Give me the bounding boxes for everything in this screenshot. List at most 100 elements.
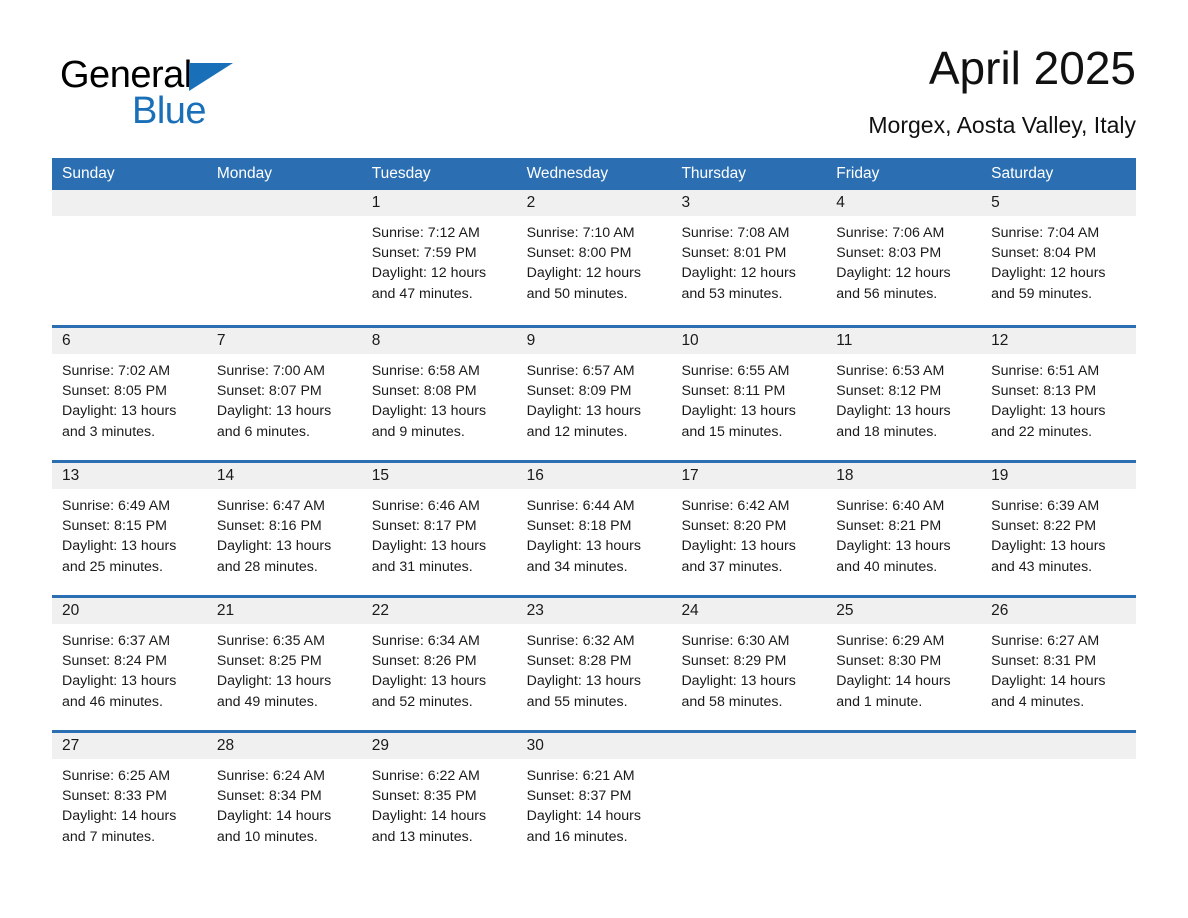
daylight-text-line1: Daylight: 13 hours [526,538,641,555]
calendar-day-cell[interactable]: 25 Sunrise: 6:29 AM Sunset: 8:30 PM Dayligh… [826,598,982,730]
calendar-day-cell[interactable]: 3 Sunrise: 7:08 AM Sunset: 8:01 PM Daylight… [671,190,827,325]
day-number-band [52,190,207,216]
daylight-text-line2: and 1 minute. [836,693,923,710]
daylight-text-line2: and 25 minutes. [62,558,163,575]
sunset-text: Sunset: 8:21 PM [836,518,942,535]
calendar-day-cell[interactable]: 12 Sunrise: 6:51 AM Sunset: 8:13 PM Dayligh… [981,328,1137,460]
sunset-text: Sunset: 8:17 PM [371,518,477,535]
sunset-text: Sunset: 8:35 PM [371,788,477,805]
calendar-day-cell[interactable]: 2 Sunrise: 7:10 AM Sunset: 8:00 PM Daylight… [516,190,672,325]
sunset-text: Sunset: 8:24 PM [62,653,167,670]
day-number: 4 [836,194,845,211]
day-number-band: 7 [206,328,362,354]
calendar-day-cell[interactable]: 24 Sunrise: 6:30 AM Sunset: 8:29 PM Dayligh… [671,598,827,730]
calendar-day-cell[interactable]: 1 Sunrise: 7:12 AM Sunset: 7:59 PM Daylight… [361,190,517,325]
day-number: 13 [62,467,80,484]
day-number: 2 [526,194,536,211]
calendar-day-cell[interactable]: 7 Sunrise: 7:00 AM Sunset: 8:07 PM Daylight… [206,328,362,460]
day-number: 16 [526,467,544,484]
page-header: General Blue April 2025 Morgex, Aosta Va… [52,40,1136,150]
calendar-day-cell[interactable]: 8 Sunrise: 6:58 AM Sunset: 8:08 PM Daylight… [361,328,517,460]
sunrise-text: Sunrise: 6:49 AM [62,498,171,514]
calendar-day-cell[interactable]: 15 Sunrise: 6:46 AM Sunset: 8:17 PM Dayligh… [361,463,517,595]
weekday-header-sunday: Sunday [62,165,115,182]
day-number: 22 [371,602,389,619]
sunrise-text: Sunrise: 6:55 AM [681,363,790,379]
day-number-band: 14 [206,463,362,489]
day-details: Sunrise: 6:34 AM Sunset: 8:26 PM Daylight:… [362,624,517,712]
calendar-day-cell[interactable]: 13 Sunrise: 6:49 AM Sunset: 8:15 PM Dayligh… [52,463,207,595]
daylight-text-line2: and 28 minutes. [216,558,318,575]
sunrise-text: Sunrise: 7:06 AM [836,225,945,241]
calendar-day-cell[interactable]: 16 Sunrise: 6:44 AM Sunset: 8:18 PM Dayligh… [516,463,672,595]
weekday-header-wednesday: Wednesday [526,165,609,182]
calendar-day-cell[interactable]: 10 Sunrise: 6:55 AM Sunset: 8:11 PM Dayligh… [671,328,827,460]
calendar-day-cell[interactable]: 23 Sunrise: 6:32 AM Sunset: 8:28 PM Dayligh… [516,598,672,730]
calendar-day-cell[interactable]: 30 Sunrise: 6:21 AM Sunset: 8:37 PM Dayligh… [516,733,672,865]
calendar-day-cell[interactable]: 5 Sunrise: 7:04 AM Sunset: 8:04 PM Daylight… [981,190,1137,325]
day-details: Sunrise: 7:04 AM Sunset: 8:04 PM Daylight:… [981,216,1136,304]
sunrise-text: Sunrise: 6:58 AM [371,363,480,379]
calendar-day-cell[interactable]: 14 Sunrise: 6:47 AM Sunset: 8:16 PM Dayligh… [206,463,362,595]
sunset-text: Sunset: 8:12 PM [836,383,942,400]
calendar-day-cell[interactable]: 27 Sunrise: 6:25 AM Sunset: 8:33 PM Dayligh… [52,733,207,865]
sunset-text: Sunset: 8:31 PM [991,653,1097,670]
sunset-text: Sunset: 7:59 PM [371,245,477,262]
calendar-day-cell[interactable]: 9 Sunrise: 6:57 AM Sunset: 8:09 PM Daylight… [516,328,672,460]
day-details: Sunrise: 6:51 AM Sunset: 8:13 PM Daylight:… [981,354,1136,442]
day-number: 21 [216,602,235,619]
daylight-text-line1: Daylight: 13 hours [62,403,177,420]
calendar-day-cell[interactable]: 29 Sunrise: 6:22 AM Sunset: 8:35 PM Dayligh… [361,733,517,865]
day-number-band: 27 [52,733,207,759]
day-number: 11 [836,332,853,349]
day-number-band: 21 [206,598,362,624]
sunrise-text: Sunrise: 7:08 AM [681,225,790,241]
day-number: 6 [62,332,71,349]
calendar-week-row: 20 Sunrise: 6:37 AM Sunset: 8:24 PM Dayligh… [52,595,1137,730]
daylight-text-line1: Daylight: 13 hours [371,403,487,420]
calendar-day-cell[interactable]: 21 Sunrise: 6:35 AM Sunset: 8:25 PM Dayligh… [206,598,362,730]
calendar-day-cell[interactable]: 11 Sunrise: 6:53 AM Sunset: 8:12 PM Dayligh… [826,328,982,460]
day-details [981,759,1136,766]
day-number-band [826,733,982,759]
daylight-text-line1: Daylight: 13 hours [62,673,177,690]
calendar-day-cell[interactable]: 18 Sunrise: 6:40 AM Sunset: 8:21 PM Dayligh… [826,463,982,595]
daylight-text-line1: Daylight: 14 hours [371,808,487,825]
sunset-text: Sunset: 8:07 PM [216,383,322,400]
sunset-text: Sunset: 8:09 PM [526,383,632,400]
day-details [671,759,826,766]
calendar-weeks: 1 Sunrise: 7:12 AM Sunset: 7:59 PM Daylight… [52,190,1137,865]
daylight-text-line2: and 6 minutes. [216,423,310,440]
day-details [52,216,207,223]
calendar-day-cell[interactable]: 20 Sunrise: 6:37 AM Sunset: 8:24 PM Dayligh… [52,598,207,730]
daylight-text-line2: and 9 minutes. [371,423,465,440]
sunset-text: Sunset: 8:15 PM [62,518,167,535]
day-number: 9 [526,332,536,349]
calendar-day-cell[interactable]: 28 Sunrise: 6:24 AM Sunset: 8:34 PM Dayligh… [206,733,362,865]
sunrise-text: Sunrise: 6:53 AM [836,363,945,379]
calendar-day-cell[interactable]: 4 Sunrise: 7:06 AM Sunset: 8:03 PM Daylight… [826,190,982,325]
day-details: Sunrise: 6:29 AM Sunset: 8:30 PM Daylight:… [826,624,981,712]
daylight-text-line2: and 55 minutes. [526,693,628,710]
day-number-band: 8 [361,328,517,354]
day-number-band: 24 [671,598,827,624]
calendar-day-cell[interactable]: 6 Sunrise: 7:02 AM Sunset: 8:05 PM Daylight… [52,328,207,460]
sunset-text: Sunset: 8:00 PM [526,245,632,262]
daylight-text-line2: and 56 minutes. [836,285,938,302]
day-number-band: 11 [826,328,982,354]
daylight-text-line2: and 16 minutes. [526,828,628,845]
daylight-text-line2: and 49 minutes. [216,693,318,710]
calendar-day-cell[interactable]: 26 Sunrise: 6:27 AM Sunset: 8:31 PM Dayligh… [981,598,1137,730]
sunset-text: Sunset: 8:11 PM [681,383,786,400]
sunset-text: Sunset: 8:28 PM [526,653,632,670]
calendar-day-cell[interactable]: 19 Sunrise: 6:39 AM Sunset: 8:22 PM Dayligh… [981,463,1137,595]
brand-logo[interactable]: General Blue [60,54,320,140]
calendar-week-row: 13 Sunrise: 6:49 AM Sunset: 8:15 PM Dayligh… [52,460,1137,595]
day-details: Sunrise: 6:42 AM Sunset: 8:20 PM Daylight:… [671,489,826,577]
daylight-text-line1: Daylight: 12 hours [991,265,1106,282]
sunset-text: Sunset: 8:08 PM [371,383,477,400]
calendar-day-cell[interactable]: 17 Sunrise: 6:42 AM Sunset: 8:20 PM Dayligh… [671,463,827,595]
calendar-day-cell[interactable]: 22 Sunrise: 6:34 AM Sunset: 8:26 PM Dayligh… [361,598,517,730]
sunrise-text: Sunrise: 6:24 AM [216,768,325,784]
day-number: 20 [62,602,80,619]
